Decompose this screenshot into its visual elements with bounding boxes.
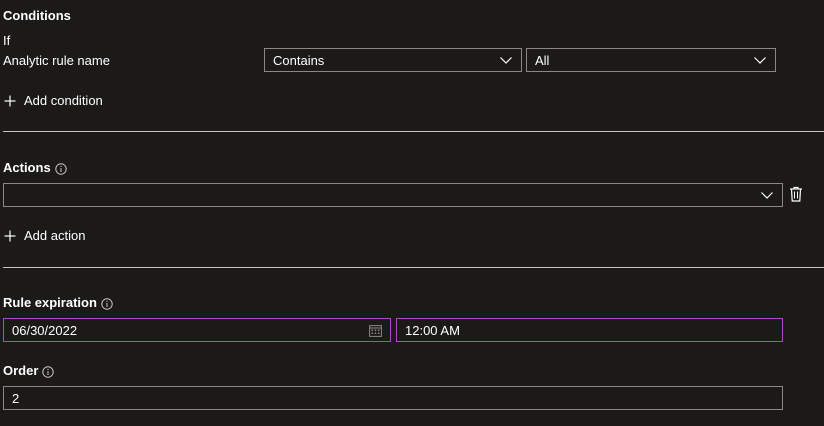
conditions-heading: Conditions bbox=[3, 8, 71, 23]
automation-rule-form: Conditions If Analytic rule name Contain… bbox=[0, 0, 824, 426]
chevron-down-icon bbox=[500, 57, 512, 64]
info-icon[interactable] bbox=[42, 365, 55, 378]
plus-icon bbox=[4, 230, 16, 242]
order-heading: Order bbox=[3, 363, 55, 379]
rule-expiration-title: Rule expiration bbox=[3, 295, 97, 310]
expiration-date-field[interactable]: 06/30/2022 bbox=[3, 318, 391, 342]
add-condition-label: Add condition bbox=[24, 93, 103, 108]
order-input[interactable]: 2 bbox=[3, 386, 783, 410]
condition-operator-dropdown[interactable]: Contains bbox=[264, 48, 522, 72]
rule-expiration-heading: Rule expiration bbox=[3, 295, 113, 311]
condition-value-dropdown[interactable]: All bbox=[526, 48, 776, 72]
order-title: Order bbox=[3, 363, 39, 378]
condition-value-value: All bbox=[535, 52, 550, 68]
order-value: 2 bbox=[12, 390, 20, 406]
actions-title: Actions bbox=[3, 160, 51, 175]
expiration-date-value: 06/30/2022 bbox=[12, 322, 78, 338]
info-icon[interactable] bbox=[54, 162, 67, 175]
plus-icon bbox=[4, 95, 16, 107]
if-label: If bbox=[3, 33, 11, 48]
add-condition-button[interactable]: Add condition bbox=[4, 93, 103, 109]
add-action-button[interactable]: Add action bbox=[4, 228, 85, 244]
actions-heading: Actions bbox=[3, 160, 67, 176]
condition-field-label: Analytic rule name bbox=[3, 53, 110, 68]
condition-operator-value: Contains bbox=[273, 52, 325, 68]
chevron-down-icon bbox=[761, 192, 773, 199]
trash-icon[interactable] bbox=[789, 186, 803, 202]
calendar-icon[interactable] bbox=[369, 324, 382, 337]
info-icon[interactable] bbox=[101, 297, 113, 310]
expiration-time-field[interactable]: 12:00 AM bbox=[396, 318, 783, 342]
section-divider bbox=[3, 131, 824, 132]
add-action-label: Add action bbox=[24, 228, 86, 243]
action-dropdown[interactable] bbox=[3, 183, 783, 207]
chevron-down-icon bbox=[754, 57, 766, 64]
expiration-time-value: 12:00 AM bbox=[405, 322, 460, 338]
section-divider bbox=[3, 267, 824, 268]
